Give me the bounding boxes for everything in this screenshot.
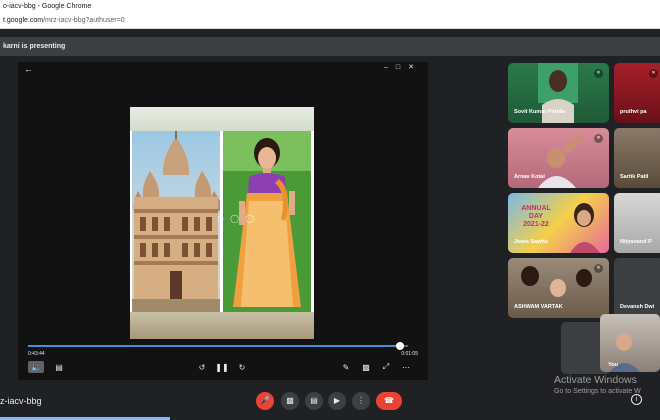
- presented-image: [130, 107, 314, 339]
- mic-off-icon: ✕: [594, 264, 603, 273]
- present-button[interactable]: ▶: [328, 392, 346, 410]
- miniplayer-icon[interactable]: ▩: [360, 361, 372, 373]
- participant-name: Sovit Kumar Parida: [514, 109, 565, 115]
- image-bottom-border: [130, 312, 314, 339]
- pen-icon[interactable]: ✎: [340, 361, 352, 373]
- mic-off-icon: ✕: [594, 69, 603, 78]
- browser-title-bar: o-iacv-bbg - Google Chrome: [0, 0, 660, 13]
- progress-fill: [28, 345, 401, 347]
- camera-button[interactable]: ▩: [281, 392, 299, 410]
- more-options-button[interactable]: ⋮: [352, 392, 370, 410]
- participant-name: Devansh Dwi: [620, 304, 655, 310]
- mic-off-icon: ✕: [649, 69, 658, 78]
- participant-name: Jiwes Sawhe: [514, 239, 548, 245]
- participant-name: Nityanand P: [620, 239, 652, 245]
- participant-tile[interactable]: ✕ ASHWAM VARTAK: [508, 258, 609, 318]
- window-title: o-iacv-bbg - Google Chrome: [3, 3, 92, 10]
- self-view-tile[interactable]: You: [600, 314, 660, 372]
- self-label: You: [608, 362, 618, 368]
- back-arrow-icon[interactable]: ←: [24, 64, 33, 74]
- address-bar[interactable]: t.google.com/mrz-iacv-bbg?authuser=0: [0, 13, 660, 29]
- participant-name: Sartik Patil: [620, 174, 649, 180]
- temple-photo: [132, 131, 220, 312]
- image-overlay-controls[interactable]: ▷◯◯: [218, 214, 260, 223]
- browser-tab-strip: [0, 29, 660, 37]
- url-host: t.google.com: [3, 17, 44, 24]
- participant-tile[interactable]: Nityanand P: [614, 193, 660, 253]
- participant-tile[interactable]: Sartik Patil: [614, 128, 660, 188]
- participant-tile[interactable]: ✕ Sovit Kumar Parida: [508, 63, 609, 123]
- mic-off-button[interactable]: 🎤: [256, 392, 274, 410]
- volume-icon[interactable]: 🔈: [28, 361, 44, 373]
- participant-tile[interactable]: ✕ Arnav Kotal: [508, 128, 609, 188]
- presentation-window: ← –□✕ ▷◯◯ 0:43:44 0:01:05 🔈 ▤ ↺ ❚❚ ↻ ✎ ▩…: [18, 62, 428, 380]
- participant-name: Arnav Kotal: [514, 174, 545, 180]
- activate-windows-subtitle: Go to Settings to activate W: [554, 388, 641, 395]
- screen: o-iacv-bbg - Google Chrome t.google.com/…: [0, 0, 660, 420]
- participant-tile[interactable]: ANNUAL DAY 2021-22 Jiwes Sawhe: [508, 193, 609, 253]
- remaining-time: 0:01:05: [401, 351, 418, 357]
- participant-name: pruthvi pa: [620, 109, 647, 115]
- presenting-banner: karni is presenting: [0, 37, 660, 56]
- window-controls[interactable]: –□✕: [384, 63, 422, 71]
- more-options-icon[interactable]: ⋯: [400, 361, 412, 373]
- progress-track[interactable]: [28, 342, 408, 350]
- participant-tile[interactable]: ✕ pruthvi pa: [614, 63, 660, 123]
- mic-off-icon: ✕: [594, 134, 603, 143]
- activate-windows-title: Activate Windows: [554, 374, 637, 386]
- end-call-button[interactable]: ☎: [376, 392, 402, 410]
- info-icon[interactable]: i: [631, 394, 642, 405]
- presenting-text: karni is presenting: [3, 43, 66, 50]
- progress-knob[interactable]: [396, 342, 405, 350]
- fullscreen-icon[interactable]: ⤢: [380, 361, 392, 373]
- forward-icon[interactable]: ↻: [236, 361, 248, 373]
- url-path: /mrz-iacv-bbg?authuser=0: [43, 17, 125, 24]
- meeting-code: z-iacv-bbg: [0, 396, 42, 406]
- participant-name: ASHWAM VARTAK: [514, 304, 563, 310]
- elapsed-time: 0:43:44: [28, 351, 45, 357]
- captions-button[interactable]: ▤: [305, 392, 323, 410]
- replay-icon[interactable]: ↺: [196, 361, 208, 373]
- temple-illustration: [132, 131, 220, 312]
- image-top-border: [130, 107, 314, 131]
- pause-icon[interactable]: ❚❚: [215, 361, 228, 373]
- participant-tile[interactable]: Devansh Dwi: [614, 258, 660, 318]
- captions-icon[interactable]: ▤: [52, 361, 66, 373]
